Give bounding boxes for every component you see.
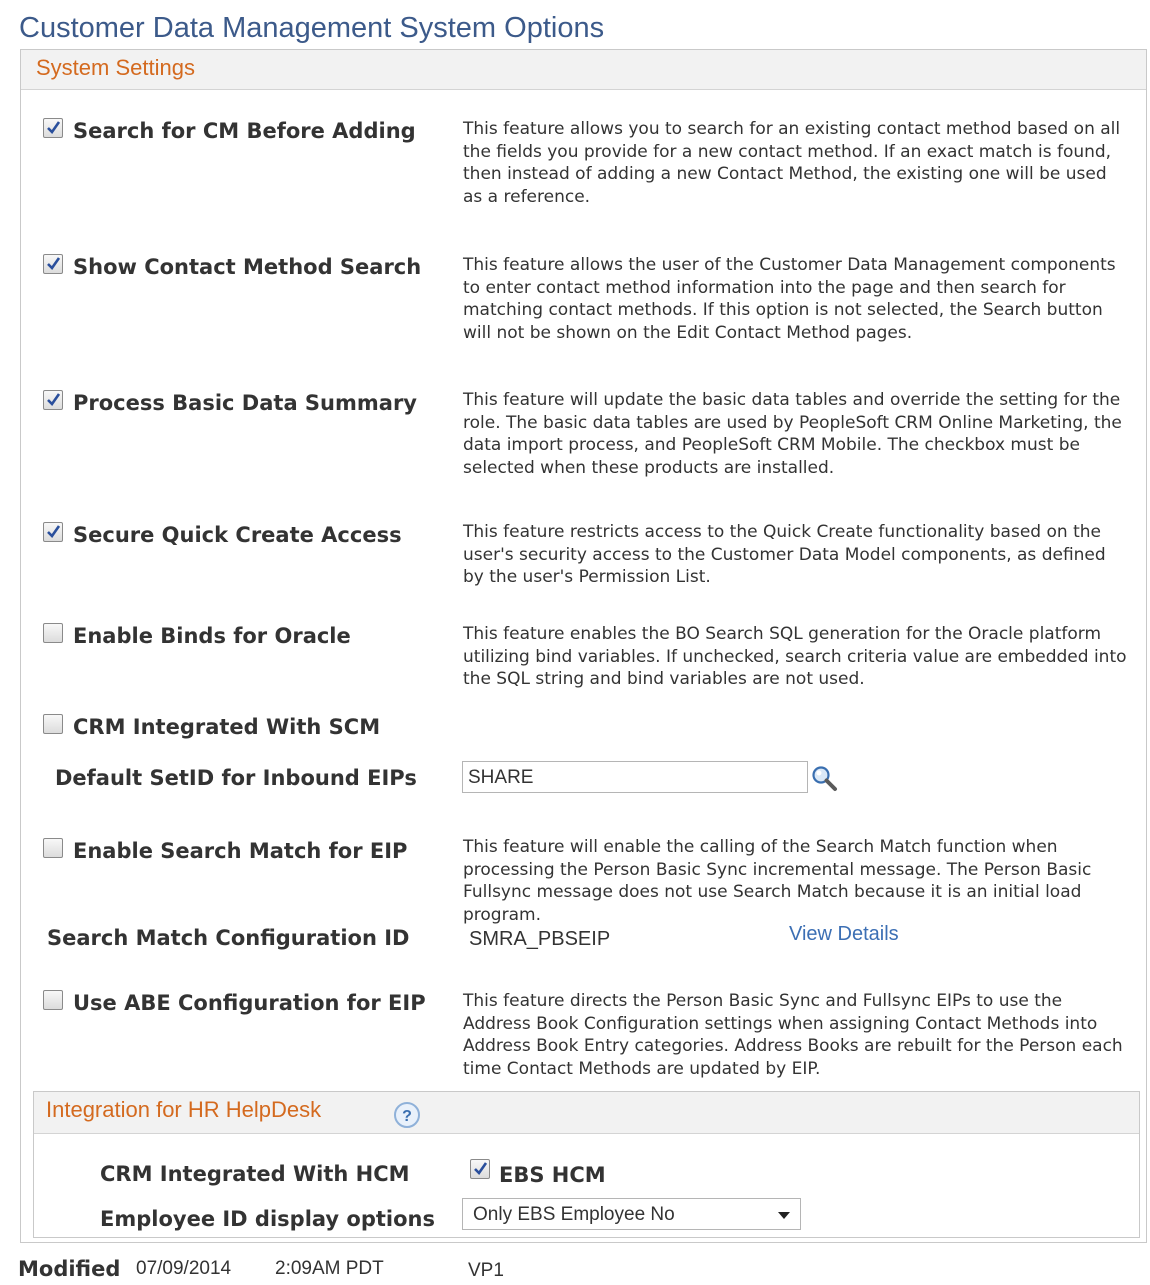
- help-icon-glyph: ?: [402, 1108, 412, 1125]
- modified-date: 07/09/2014: [136, 1258, 232, 1279]
- show-contact-method-search-checkbox[interactable]: [43, 254, 63, 274]
- modified-time: 2:09AM PDT: [275, 1258, 384, 1279]
- search-cm-before-adding-label: Search for CM Before Adding: [73, 119, 416, 143]
- employee-id-display-label: Employee ID display options: [100, 1207, 435, 1231]
- search-match-config-value: SMRA_PBSEIP: [469, 928, 611, 950]
- system-settings-title: System Settings: [36, 55, 195, 80]
- search-match-config-label: Search Match Configuration ID: [47, 926, 410, 950]
- default-setid-label: Default SetID for Inbound EIPs: [55, 766, 417, 790]
- modified-by: VP1: [468, 1260, 504, 1281]
- secure-quick-create-access-description: This feature restricts access to the Qui…: [463, 522, 1106, 588]
- process-basic-data-summary-checkbox[interactable]: [43, 390, 63, 410]
- secure-quick-create-access-checkbox[interactable]: [43, 522, 63, 542]
- enable-search-match-label: Enable Search Match for EIP: [73, 839, 408, 863]
- use-abe-config-label: Use ABE Configuration for EIP: [73, 991, 426, 1015]
- show-contact-method-search-label: Show Contact Method Search: [73, 255, 422, 279]
- show-contact-method-search-description: This feature allows the user of the Cust…: [463, 255, 1116, 344]
- search-cm-before-adding-description: This feature allows you to search for an…: [463, 119, 1121, 208]
- hr-helpdesk-title: Integration for HR HelpDesk: [46, 1097, 322, 1122]
- checkmark-icon: [47, 257, 61, 271]
- help-icon[interactable]: ?: [393, 1101, 421, 1129]
- view-details-link[interactable]: View Details: [789, 923, 899, 946]
- enable-binds-oracle-description: This feature enables the BO Search SQL g…: [463, 624, 1127, 690]
- process-basic-data-summary-label: Process Basic Data Summary: [73, 391, 417, 415]
- ebs-hcm-label: EBS HCM: [499, 1163, 606, 1187]
- checkmark-icon: [47, 393, 61, 407]
- modified-label: Modified: [18, 1257, 121, 1281]
- page-title: Customer Data Management System Options: [19, 12, 605, 44]
- checkmark-icon: [47, 121, 61, 135]
- process-basic-data-summary-description: This feature will update the basic data …: [463, 390, 1122, 479]
- employee-id-display-select[interactable]: Only EBS Employee No: [462, 1198, 801, 1230]
- use-abe-config-checkbox[interactable]: [43, 990, 63, 1010]
- crm-integrated-scm-checkbox[interactable]: [43, 714, 63, 734]
- lookup-icon[interactable]: [810, 764, 840, 792]
- crm-integrated-scm-label: CRM Integrated With SCM: [73, 715, 381, 739]
- chevron-down-icon: [778, 1212, 790, 1219]
- secure-quick-create-access-label: Secure Quick Create Access: [73, 523, 402, 547]
- crm-integrated-hcm-label: CRM Integrated With HCM: [100, 1162, 410, 1186]
- use-abe-config-description: This feature directs the Person Basic Sy…: [463, 991, 1123, 1080]
- search-cm-before-adding-checkbox[interactable]: [43, 118, 63, 138]
- enable-binds-oracle-checkbox[interactable]: [43, 623, 63, 643]
- enable-search-match-description: This feature will enable the calling of …: [463, 837, 1092, 926]
- ebs-hcm-checkbox[interactable]: [470, 1159, 490, 1179]
- enable-search-match-checkbox[interactable]: [43, 838, 63, 858]
- enable-binds-oracle-label: Enable Binds for Oracle: [73, 624, 351, 648]
- checkmark-icon: [474, 1162, 488, 1176]
- default-setid-input[interactable]: SHARE: [462, 761, 808, 793]
- checkmark-icon: [47, 525, 61, 539]
